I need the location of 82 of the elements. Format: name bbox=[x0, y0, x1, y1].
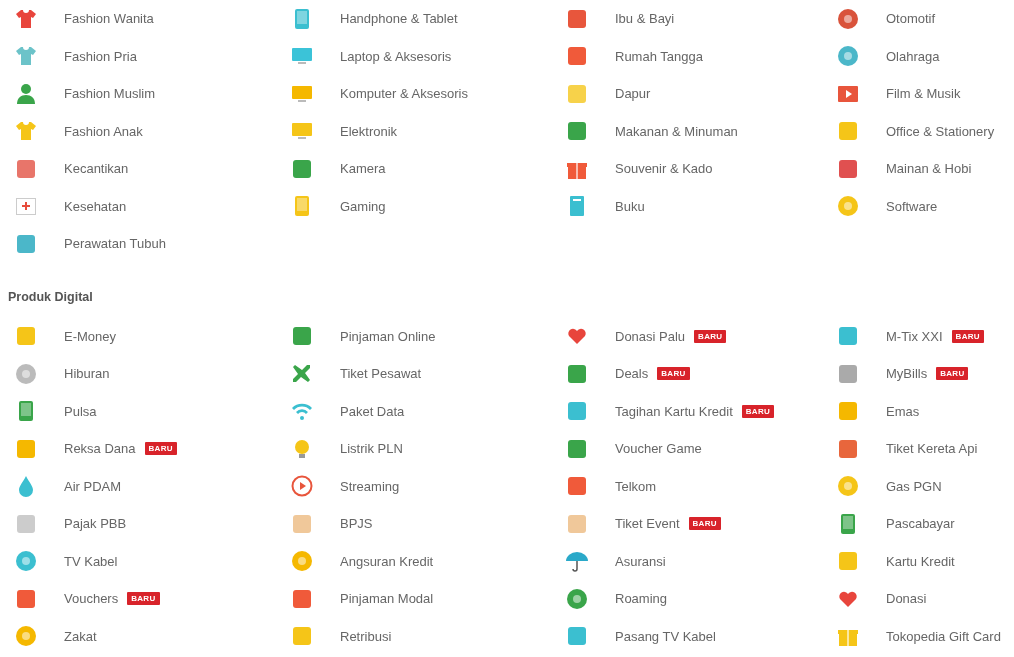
category-link[interactable]: BPJS bbox=[340, 516, 373, 532]
new-badge: BARU bbox=[127, 592, 160, 606]
category-link[interactable]: M-Tix XXI bbox=[886, 328, 943, 344]
category-link[interactable]: Gas PGN bbox=[886, 478, 942, 494]
category-link[interactable]: Mainan & Hobi bbox=[886, 161, 972, 177]
new-badge: BARU bbox=[694, 329, 727, 343]
category-link[interactable]: Tiket Kereta Api bbox=[886, 441, 978, 457]
category-link[interactable]: Fashion Muslim bbox=[64, 86, 156, 102]
category-link[interactable]: Laptop & Aksesoris bbox=[340, 48, 452, 64]
circle-icon bbox=[836, 194, 860, 219]
category-link[interactable]: Dapur bbox=[615, 86, 651, 102]
category-link[interactable]: Roaming bbox=[615, 591, 668, 607]
category-link[interactable]: MyBills bbox=[886, 366, 928, 382]
category-link[interactable]: Film & Musik bbox=[886, 86, 961, 102]
section-heading: Produk Digital bbox=[8, 288, 94, 306]
category-link[interactable]: Kartu Kredit bbox=[886, 553, 955, 569]
category-link[interactable]: Souvenir & Kado bbox=[615, 161, 713, 177]
new-badge: BARU bbox=[657, 367, 690, 381]
category-link[interactable]: Pajak PBB bbox=[64, 516, 127, 532]
category-link[interactable]: Kecantikan bbox=[64, 161, 129, 177]
category-link[interactable]: Donasi Palu bbox=[615, 328, 686, 344]
circle-icon bbox=[565, 586, 589, 611]
category-link[interactable]: Ibu & Bayi bbox=[615, 11, 675, 27]
umbrella-icon bbox=[565, 549, 589, 574]
category-link[interactable]: Emas bbox=[886, 403, 920, 419]
category-link[interactable]: Olahraga bbox=[886, 48, 940, 64]
category-link[interactable]: Pasang TV Kabel bbox=[615, 628, 716, 644]
category-link[interactable]: Retribusi bbox=[340, 628, 392, 644]
category-link[interactable]: Office & Stationery bbox=[886, 123, 995, 139]
category-link[interactable]: Air PDAM bbox=[64, 478, 122, 494]
new-badge: BARU bbox=[951, 329, 984, 343]
category-link[interactable]: E-Money bbox=[64, 328, 117, 344]
category-link[interactable]: TV Kabel bbox=[64, 553, 118, 569]
category-link[interactable]: Tiket Pesawat bbox=[340, 366, 422, 382]
new-badge: BARU bbox=[144, 442, 177, 456]
category-link[interactable]: Fashion Pria bbox=[64, 48, 137, 64]
category-link[interactable]: Asuransi bbox=[615, 553, 666, 569]
category-link[interactable]: Zakat bbox=[64, 628, 97, 644]
category-link[interactable]: Tiket Event bbox=[615, 516, 680, 532]
category-link[interactable]: Donasi bbox=[886, 591, 927, 607]
category-link[interactable]: Handphone & Tablet bbox=[340, 11, 458, 27]
new-badge: BARU bbox=[688, 517, 721, 531]
category-link[interactable]: Fashion Anak bbox=[64, 123, 143, 139]
category-link[interactable]: Otomotif bbox=[886, 11, 936, 27]
category-link[interactable]: Fashion Wanita bbox=[64, 11, 154, 27]
category-link[interactable]: Tagihan Kartu Kredit bbox=[615, 403, 733, 419]
circle-icon bbox=[290, 549, 314, 574]
circle-icon bbox=[14, 361, 38, 386]
circle-icon bbox=[836, 44, 860, 69]
new-badge: BARU bbox=[936, 367, 969, 381]
circle-icon bbox=[836, 474, 860, 499]
category-link[interactable]: Angsuran Kredit bbox=[340, 553, 434, 569]
category-link[interactable]: Kamera bbox=[340, 161, 386, 177]
category-link[interactable]: Telkom bbox=[615, 478, 657, 494]
category-link[interactable]: Reksa Dana bbox=[64, 441, 136, 457]
circle-icon bbox=[14, 624, 38, 649]
circle-icon bbox=[14, 549, 38, 574]
category-link[interactable]: Pinjaman Online bbox=[340, 328, 436, 344]
category-link[interactable]: Tokopedia Gift Card bbox=[886, 628, 1001, 644]
play-icon bbox=[290, 474, 314, 499]
category-link[interactable]: Vouchers bbox=[64, 591, 119, 607]
category-link[interactable]: Elektronik bbox=[340, 123, 398, 139]
category-link[interactable]: Pinjaman Modal bbox=[340, 591, 434, 607]
category-link[interactable]: Komputer & Aksesoris bbox=[340, 86, 468, 102]
new-badge: BARU bbox=[741, 404, 775, 418]
category-link[interactable]: Pascabayar bbox=[886, 516, 955, 532]
circle-icon bbox=[836, 6, 860, 31]
person-icon bbox=[14, 81, 38, 106]
category-link[interactable]: Voucher Game bbox=[615, 441, 702, 457]
category-link[interactable]: Rumah Tangga bbox=[615, 48, 703, 64]
category-link[interactable]: Deals bbox=[615, 366, 649, 382]
category-link[interactable]: Perawatan Tubuh bbox=[64, 236, 166, 252]
category-link[interactable]: Pulsa bbox=[64, 403, 97, 419]
category-link[interactable]: Kesehatan bbox=[64, 198, 127, 214]
category-link[interactable]: Streaming bbox=[340, 478, 400, 494]
category-link[interactable]: Software bbox=[886, 198, 938, 214]
category-link[interactable]: Buku bbox=[615, 198, 645, 214]
category-link[interactable]: Hiburan bbox=[64, 366, 110, 382]
category-link[interactable]: Makanan & Minuman bbox=[615, 123, 738, 139]
category-link[interactable]: Paket Data bbox=[340, 403, 405, 419]
category-link[interactable]: Listrik PLN bbox=[340, 441, 403, 457]
category-link[interactable]: Gaming bbox=[340, 198, 386, 214]
